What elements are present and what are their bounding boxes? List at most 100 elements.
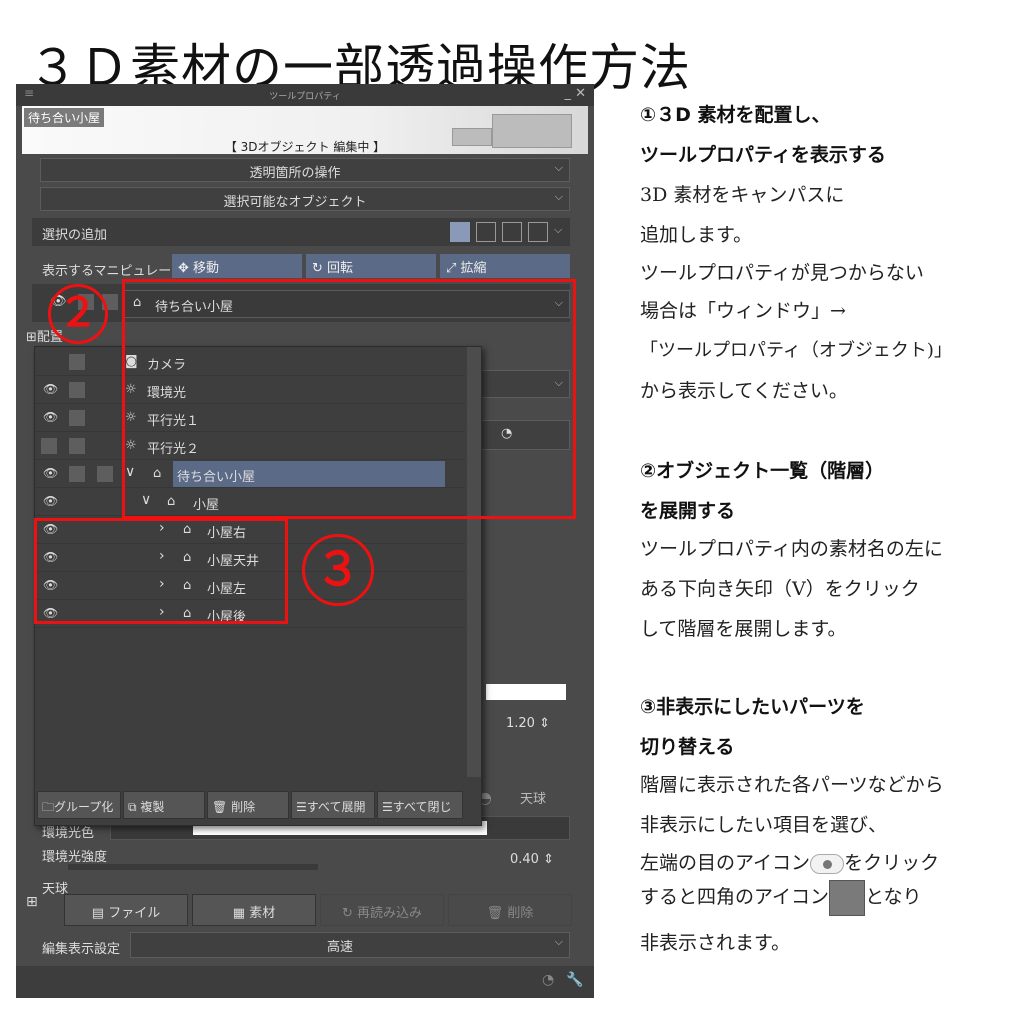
wrench-icon[interactable]: 🔧 xyxy=(566,972,583,988)
spinner-icon: ⇕ xyxy=(539,716,550,731)
step1-heading-a: ①３D 素材を配置し、 xyxy=(640,104,831,126)
lock-square-icon[interactable] xyxy=(69,410,85,426)
step3-square-line: すると四角のアイコン となり xyxy=(640,880,922,916)
step3-heading-a: ③非表示にしたいパーツを xyxy=(640,696,865,718)
step3-eye-text-a: 左端の目のアイコン xyxy=(640,852,811,874)
material-button[interactable]: ▦ 素材 xyxy=(192,894,316,926)
step3-heading-b: 切り替える xyxy=(640,736,735,758)
value-120[interactable]: 1.20 ⇕ xyxy=(506,716,550,731)
step3-line: 階層に表示された各パーツなどから xyxy=(640,774,944,796)
rotate-button[interactable]: ↻ 回転 xyxy=(306,254,436,278)
selection-subtract-icon[interactable] xyxy=(502,222,522,242)
eye-icon xyxy=(810,854,845,874)
move-button[interactable]: ✥ 移動 xyxy=(172,254,302,278)
annotation-box-3 xyxy=(34,518,288,624)
material-label: 素材 xyxy=(249,906,276,921)
visibility-square-icon[interactable] xyxy=(69,354,85,370)
add-selection-label: 選択の追加 xyxy=(42,228,108,243)
lock-square-icon[interactable] xyxy=(69,382,85,398)
scale-button[interactable]: ⤢ 拡縮 xyxy=(440,254,570,278)
edit-display-dropdown[interactable]: 高速 ⌵ xyxy=(130,932,570,958)
step2-line: して階層を展開します。 xyxy=(640,618,847,640)
ambient-strength-slider[interactable] xyxy=(68,864,318,870)
file-icon: ▤ xyxy=(91,906,105,921)
step2-line: ある下向き矢印（V）をクリック xyxy=(640,578,920,600)
file-label: ファイル xyxy=(108,906,161,921)
chevron-down-icon: ⌵ xyxy=(554,935,563,948)
panel-title: ツールプロパティ xyxy=(269,92,341,102)
banner-tag: 待ち合い小屋 xyxy=(24,108,105,127)
ambient-strength-number: 0.40 xyxy=(510,852,539,867)
expand-plus-icon: ⊞ xyxy=(26,330,37,345)
visibility-square-icon[interactable] xyxy=(41,438,57,454)
window-controls[interactable]: _ ✕ xyxy=(564,86,586,101)
panel-titlebar[interactable]: ≡ ツールプロパティ _ ✕ xyxy=(16,84,594,106)
edit-display-value: 高速 xyxy=(326,940,353,955)
step1-heading-b: ツールプロパティを表示する xyxy=(640,144,886,166)
selectable-objects-dropdown[interactable]: 選択可能なオブジェクト ⌵ xyxy=(40,187,570,211)
eye-icon[interactable]: 👁 xyxy=(43,466,58,480)
annotation-box-2 xyxy=(122,279,576,519)
square-icon xyxy=(829,880,866,916)
toggle-square-icon[interactable] xyxy=(97,466,113,482)
selection-add-icon[interactable] xyxy=(476,222,496,242)
transparent-ops-dropdown[interactable]: 透明箇所の操作 ⌵ xyxy=(40,158,570,182)
chevron-down-icon[interactable]: ⌵ xyxy=(554,223,562,237)
value-120-label: 1.20 xyxy=(506,716,535,731)
folder-icon: 🗀 xyxy=(42,800,55,814)
group-button[interactable]: 🗀グループ化 xyxy=(37,791,121,819)
step2-heading-a: ②オブジェクト一覧（階層） xyxy=(640,460,885,482)
step3-eye-line: 左端の目のアイコン をクリック xyxy=(640,848,939,875)
material-icon: ▦ xyxy=(232,906,246,921)
move-icon: ✥ xyxy=(178,261,189,276)
chevron-down-icon: ⌵ xyxy=(554,190,563,203)
rotate-label: 回転 xyxy=(327,261,354,276)
timer-icon[interactable]: ◔ xyxy=(542,972,554,988)
trash-icon: 🗑 xyxy=(486,906,504,921)
rotate-icon: ↻ xyxy=(312,261,323,276)
step1-line: 場合は「ウィンドウ」→ xyxy=(640,300,846,322)
eye-icon[interactable]: 👁 xyxy=(43,382,58,396)
collapse-all-icon: ☰ xyxy=(382,800,393,814)
manipulator-label: 表示するマニピュレータ xyxy=(42,264,185,279)
step1-line: から表示してください。 xyxy=(640,380,848,402)
dropdown-value: 選択可能なオブジェクト xyxy=(223,195,367,210)
duplicate-button[interactable]: ⧉ 複製 xyxy=(123,791,205,819)
delete-button[interactable]: 🗑 削除 xyxy=(448,894,572,926)
expand-all-icon: ☰ xyxy=(296,800,307,814)
ambient-strength-value[interactable]: 0.40 ⇕ xyxy=(510,852,554,867)
annotation-circle-2: ２ xyxy=(48,284,108,344)
reload-button[interactable]: ↻ 再読み込み xyxy=(320,894,444,926)
step1-line: ツールプロパティが見つからない xyxy=(640,262,924,284)
scale-label: 拡縮 xyxy=(460,261,487,276)
scale-icon: ⤢ xyxy=(446,261,457,276)
eye-icon[interactable]: 👁 xyxy=(43,494,58,508)
delete-label: 削除 xyxy=(507,906,534,921)
file-button[interactable]: ▤ ファイル xyxy=(64,894,188,926)
step2-heading-b: を展開する xyxy=(640,500,736,522)
group-label: グループ化 xyxy=(54,800,114,814)
collapse-all-button[interactable]: ☰すべて閉じ xyxy=(377,791,463,819)
eye-icon[interactable]: 👁 xyxy=(43,410,58,424)
banner-label: 【 3Dオブジェクト 編集中 】 xyxy=(224,140,386,154)
step3-last-line: 非表示されます。 xyxy=(640,932,791,954)
step3-eye-text-b: をクリック xyxy=(844,852,940,874)
edit-display-label: 編集表示設定 xyxy=(42,942,121,957)
expand-all-label: すべて展開 xyxy=(306,800,366,814)
step1-line: 追加します。 xyxy=(640,224,753,246)
tree-delete-button[interactable]: 🗑 削除 xyxy=(207,791,289,819)
lock-square-icon[interactable] xyxy=(69,466,85,482)
step1-line: 3D 素材をキャンパスに xyxy=(640,184,845,206)
spinner-icon: ⇕ xyxy=(543,852,554,867)
duplicate-icon: ⧉ xyxy=(128,800,137,814)
expand-all-button[interactable]: ☰すべて展開 xyxy=(291,791,375,819)
tree-delete-label: 削除 xyxy=(231,800,256,814)
step3-square-text-b: となり xyxy=(865,886,922,908)
selection-toggle-icon[interactable] xyxy=(528,222,548,242)
collapse-all-label: すべて閉じ xyxy=(392,800,452,814)
color-swatch[interactable] xyxy=(486,684,566,700)
expand-plus-icon[interactable]: ⊞ xyxy=(26,894,38,910)
selection-new-icon[interactable] xyxy=(450,222,470,242)
duplicate-label: 複製 xyxy=(140,800,165,814)
lock-square-icon[interactable] xyxy=(69,438,85,454)
